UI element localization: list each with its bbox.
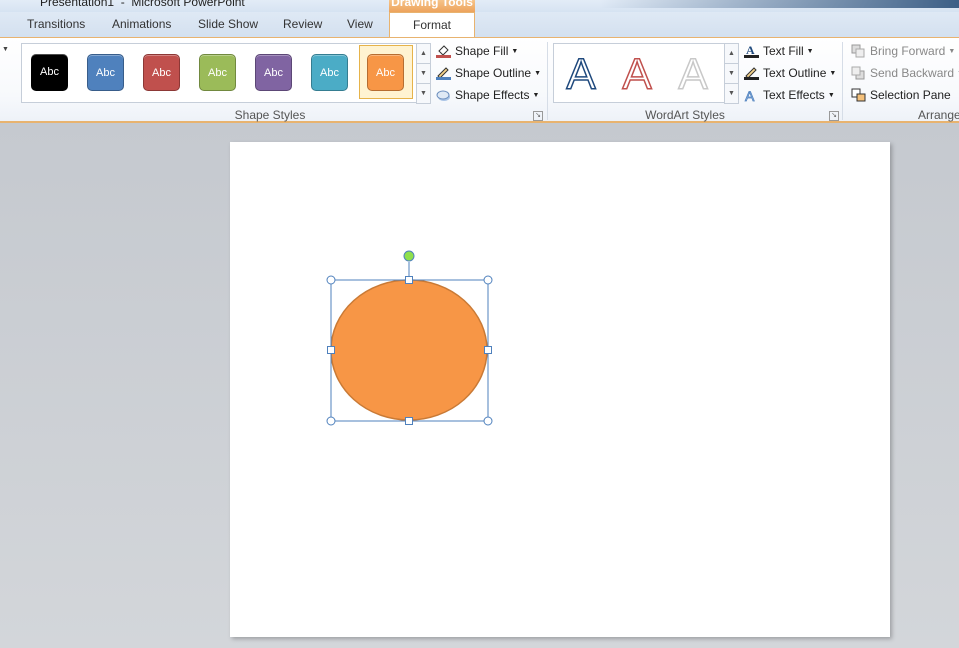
chevron-down-icon: ▼ (511, 48, 519, 55)
ribbon: ▼ Abc Abc Abc Abc Abc Abc Abc ▲ ▼ ▼ Shap… (0, 37, 959, 123)
drawing-tools-context: Drawing Tools (389, 0, 475, 12)
gallery-scroll-down-icon[interactable]: ▼ (416, 63, 431, 84)
shape-style-aqua[interactable]: Abc (311, 54, 348, 91)
chevron-down-icon: ▼ (827, 92, 835, 99)
wordart-scroll-up-icon[interactable]: ▲ (724, 43, 739, 64)
text-fill-icon: A (744, 43, 759, 58)
text-fill-label: Text Fill (763, 44, 804, 58)
gallery-more-icon[interactable]: ▼ (416, 83, 431, 104)
text-effects-button[interactable]: A Text Effects ▼ (744, 88, 835, 105)
shape-effects-label: Shape Effects (455, 88, 530, 102)
text-outline-icon (744, 66, 759, 80)
context-tab-label: Drawing Tools (391, 0, 473, 9)
shape-fill-label: Shape Fill (455, 44, 509, 58)
shape-effects-button[interactable]: Shape Effects ▼ (436, 88, 539, 102)
slide-canvas[interactable] (230, 142, 890, 637)
wordart-style-blue-outline[interactable]: A (560, 52, 602, 98)
wordart-styles-group-label: WordArt Styles (645, 108, 725, 122)
shape-style-green[interactable]: Abc (199, 54, 236, 91)
wordart-style-red-outline[interactable]: A (616, 52, 658, 98)
group-divider (547, 42, 548, 120)
selection-pane-icon (851, 88, 866, 102)
wordart-styles-gallery: A A A (553, 43, 725, 103)
wordart-scroll-down-icon[interactable]: ▼ (724, 63, 739, 84)
pencil-icon (436, 66, 451, 80)
tab-animations[interactable]: Animations (112, 17, 171, 31)
text-fill-button[interactable]: A Text Fill ▼ (744, 43, 814, 58)
send-backward-label: Send Backward (870, 66, 955, 80)
text-effects-icon: A (744, 88, 759, 105)
shape-styles-gallery: Abc Abc Abc Abc Abc Abc Abc (21, 43, 417, 103)
chevron-down-icon: ▼ (948, 48, 956, 55)
selection-pane-button[interactable]: Selection Pane (851, 88, 951, 102)
shape-styles-group-label: Shape Styles (234, 108, 306, 122)
chevron-down-icon: ▼ (534, 70, 541, 77)
bring-forward-button[interactable]: Bring Forward ▼ (851, 44, 955, 58)
shape-styles-dialog-launcher-icon[interactable]: ↘ (533, 111, 543, 121)
tab-view[interactable]: View (347, 17, 373, 31)
shape-style-orange[interactable]: Abc (367, 54, 404, 91)
send-backward-button[interactable]: Send Backward▼ (851, 66, 959, 80)
tab-format[interactable]: Format (389, 12, 475, 38)
title-bar: Presentation1 - Microsoft PowerPoint Dra… (0, 0, 959, 12)
group-divider (842, 42, 843, 120)
shape-style-blue[interactable]: Abc (87, 54, 124, 91)
chevron-down-icon: ▼ (806, 48, 814, 55)
ribbon-tabs: Transitions Animations Slide Show Review… (0, 12, 959, 38)
shape-style-red[interactable]: Abc (143, 54, 180, 91)
arrange-group-label: Arrange (918, 108, 959, 122)
selection-pane-label: Selection Pane (870, 88, 951, 102)
shape-effects-icon (436, 88, 451, 102)
shape-fill-button[interactable]: Shape Fill ▼ (436, 44, 518, 58)
chevron-down-icon: ▼ (532, 92, 540, 99)
bring-forward-icon (851, 44, 866, 58)
text-outline-button[interactable]: Text Outline ▼ (744, 66, 836, 80)
wordart-style-gray-outline[interactable]: A (672, 52, 714, 98)
paint-bucket-icon (436, 44, 451, 58)
shape-outline-button[interactable]: Shape Outline ▼ (436, 66, 541, 80)
chevron-down-icon: ▼ (829, 70, 837, 77)
bring-forward-label: Bring Forward (870, 44, 946, 58)
tab-review[interactable]: Review (283, 17, 322, 31)
gallery-scroll-up-icon[interactable]: ▲ (416, 43, 431, 64)
tab-slide-show[interactable]: Slide Show (198, 17, 258, 31)
window-title: Presentation1 - Microsoft PowerPoint (40, 0, 245, 9)
title-bar-gradient (600, 0, 959, 8)
wordart-dialog-launcher-icon[interactable]: ↘ (829, 111, 839, 121)
shape-style-black[interactable]: Abc (31, 54, 68, 91)
text-effects-label: Text Effects (763, 88, 825, 102)
send-backward-icon (851, 66, 866, 80)
shape-outline-label: Shape Outline (455, 66, 532, 80)
wordart-more-icon[interactable]: ▼ (724, 83, 739, 104)
text-outline-label: Text Outline (763, 66, 827, 80)
svg-text:A: A (745, 88, 755, 102)
collapsed-group-arrow-icon[interactable]: ▼ (2, 46, 9, 53)
tab-transitions[interactable]: Transitions (27, 17, 85, 31)
shape-style-purple[interactable]: Abc (255, 54, 292, 91)
